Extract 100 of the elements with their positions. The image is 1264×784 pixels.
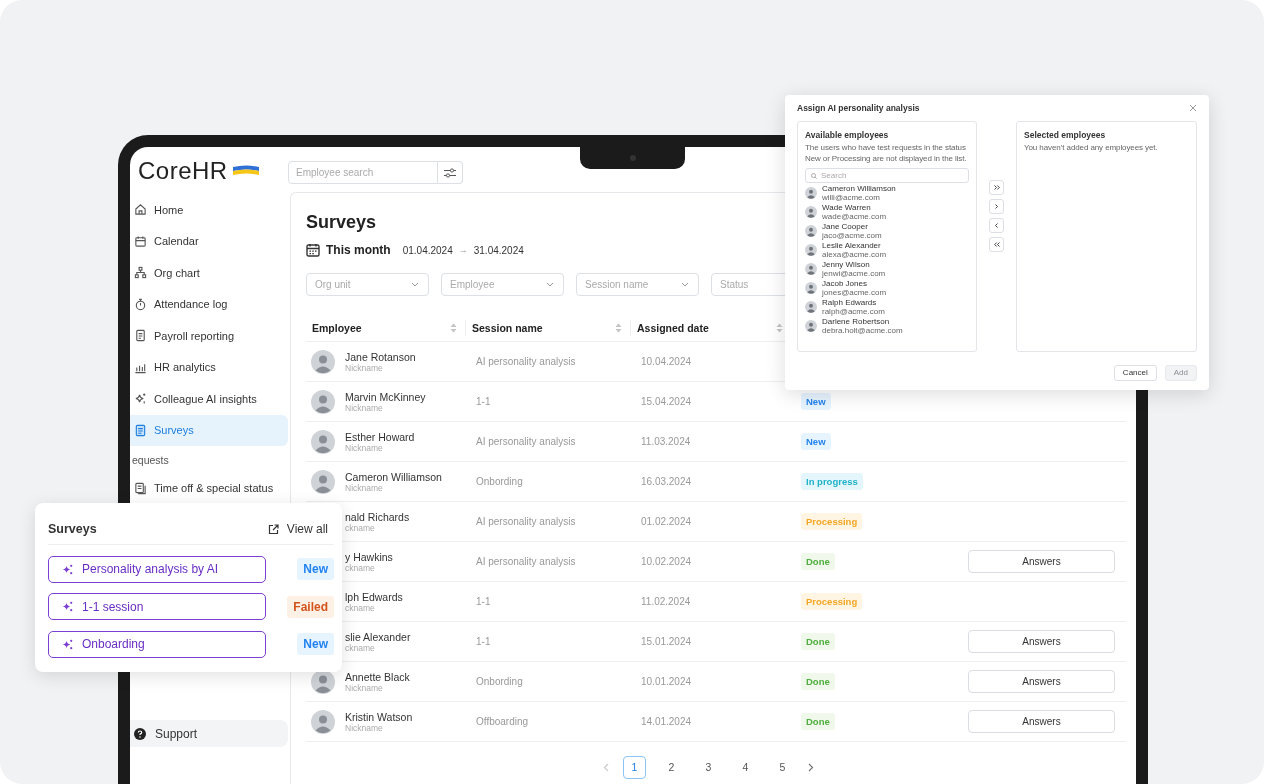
session-name: Onbording xyxy=(476,476,523,487)
employee-nickname: Nickname xyxy=(345,442,384,453)
survey-button[interactable]: Personality analysis by AI xyxy=(48,555,266,583)
answers-button[interactable]: Answers xyxy=(968,630,1115,653)
column-header: Employee xyxy=(312,322,362,334)
survey-button[interactable]: 1-1 session xyxy=(48,593,266,620)
employee-nickname: ckname xyxy=(345,642,376,653)
chevron-down-icon xyxy=(411,282,419,287)
employee-nickname: Nickname xyxy=(345,482,384,493)
column-header: Session name xyxy=(472,322,543,334)
column-header: Assigned date xyxy=(637,322,709,334)
view-all-link[interactable]: View all xyxy=(267,522,328,536)
status-badge: Done xyxy=(801,633,835,650)
end-date: 31.04.2024 xyxy=(473,244,524,256)
session-name: AI personality analysis xyxy=(476,516,576,527)
session-name: AI personality analysis xyxy=(476,356,576,367)
chevron-down-icon xyxy=(546,282,554,287)
employee-list-item[interactable]: Leslie Alexander alexa@acme.com xyxy=(805,240,969,259)
employee-search-field[interactable]: Employee search xyxy=(288,161,438,184)
sidebar-item[interactable]: Time off & special status xyxy=(130,474,288,502)
document-icon xyxy=(134,481,147,495)
home-icon xyxy=(134,203,147,217)
period-label: This month xyxy=(326,243,391,257)
sidebar-item[interactable]: Home xyxy=(130,194,288,226)
employee-list-item[interactable]: Darlene Robertson debra.holt@acme.com xyxy=(805,316,969,335)
answers-button[interactable]: Answers xyxy=(968,710,1115,733)
filter-button[interactable] xyxy=(438,161,463,184)
page-number[interactable]: 5 xyxy=(771,755,794,779)
sidebar-item[interactable]: Surveys xyxy=(130,414,288,446)
assigned-date: 15.01.2024 xyxy=(641,636,692,647)
doc-icon xyxy=(134,329,147,343)
page-number[interactable]: 4 xyxy=(734,755,757,779)
calendar-icon xyxy=(134,234,147,248)
assigned-date: 15.04.2024 xyxy=(641,396,692,407)
move-all-right-button[interactable] xyxy=(989,179,1004,195)
assigned-date: 11.02.2024 xyxy=(641,596,691,607)
sidebar-item[interactable]: Org chart xyxy=(130,257,288,289)
page-number[interactable]: 2 xyxy=(660,755,683,779)
avatar-icon xyxy=(805,262,817,275)
dialog-button[interactable]: Cancel xyxy=(1113,364,1157,381)
sidebar-item[interactable]: HR analytics xyxy=(130,351,288,383)
sort-icon[interactable] xyxy=(450,323,457,333)
range-arrow: → xyxy=(458,245,468,255)
page-number[interactable]: 1 xyxy=(623,755,646,779)
form-icon xyxy=(134,423,147,437)
employee-nickname: Nickname xyxy=(345,402,383,413)
employee-list-item[interactable]: Cameron Williamson willi@acme.com xyxy=(805,183,969,202)
status-badge: New xyxy=(801,433,831,450)
employee-nickname: ckname xyxy=(345,562,376,573)
employee-list-item[interactable]: Ralph Edwards ralph@acme.com xyxy=(805,297,969,316)
page-number[interactable]: 3 xyxy=(697,755,720,779)
timer-icon xyxy=(134,297,147,311)
help-icon xyxy=(134,727,146,740)
employee-name: Cameron Williamson xyxy=(345,470,442,483)
session-name: 1-1 xyxy=(476,596,491,607)
org-icon xyxy=(134,266,147,280)
external-link-icon xyxy=(267,523,279,535)
double-chevron-left-icon xyxy=(993,241,1000,247)
search-field[interactable]: Search xyxy=(805,168,969,183)
assigned-date: 10.04.2024 xyxy=(641,356,692,367)
page-title: Surveys xyxy=(306,211,377,234)
answers-button[interactable]: Answers xyxy=(968,550,1115,573)
session-name: Onbording xyxy=(476,676,523,687)
employee-nickname: Nickname xyxy=(345,682,384,693)
chevron-right-icon xyxy=(995,203,998,209)
start-date: 01.04.2024 xyxy=(402,244,453,256)
employee-name: y Hawkins xyxy=(345,550,393,563)
sidebar-item[interactable]: Calendar xyxy=(130,225,288,257)
employee-nickname: ckname xyxy=(345,522,376,533)
chevron-left-icon[interactable] xyxy=(603,762,609,772)
section-label: equests xyxy=(131,453,170,468)
close-icon[interactable] xyxy=(1189,104,1197,112)
move-all-left-button[interactable] xyxy=(989,236,1004,252)
employee-list-item[interactable]: Wade Warren wade@acme.com xyxy=(805,202,969,221)
sidebar-item[interactable]: Payroll reporting xyxy=(130,320,288,352)
flag-icon xyxy=(231,164,260,177)
avatar-icon xyxy=(805,205,817,218)
sort-icon[interactable] xyxy=(615,323,622,333)
employee-name: slie Alexander xyxy=(345,630,411,643)
sidebar-item[interactable]: Attendance log xyxy=(130,288,288,320)
chevron-right-icon[interactable] xyxy=(808,762,814,772)
employee-nickname: Nickname xyxy=(345,362,384,373)
support-button[interactable]: Support xyxy=(130,720,288,747)
panel-note: The users who have test requests in the status New or Processing are not displayed in the list. xyxy=(805,143,968,164)
sidebar-item[interactable]: Colleague AI insights xyxy=(130,383,288,415)
answers-button[interactable]: Answers xyxy=(968,670,1115,693)
employee-list-item[interactable]: Jane Cooper jaco@acme.com xyxy=(805,221,969,240)
status-badge: Done xyxy=(801,553,835,570)
avatar-icon xyxy=(805,224,817,237)
assigned-date: 16.03.2024 xyxy=(641,476,692,487)
chevron-down-icon xyxy=(681,282,689,287)
chevron-left-icon xyxy=(995,222,998,228)
dialog-title: Assign AI personality analysis xyxy=(797,103,920,113)
survey-button[interactable]: Onboarding xyxy=(48,630,266,658)
sort-icon[interactable] xyxy=(776,323,783,333)
employee-name: Esther Howard xyxy=(345,430,415,443)
avatar-icon xyxy=(805,186,817,199)
status-badge: New xyxy=(297,558,334,580)
status-badge: New xyxy=(801,393,831,410)
employee-nickname: Nickname xyxy=(345,722,384,733)
